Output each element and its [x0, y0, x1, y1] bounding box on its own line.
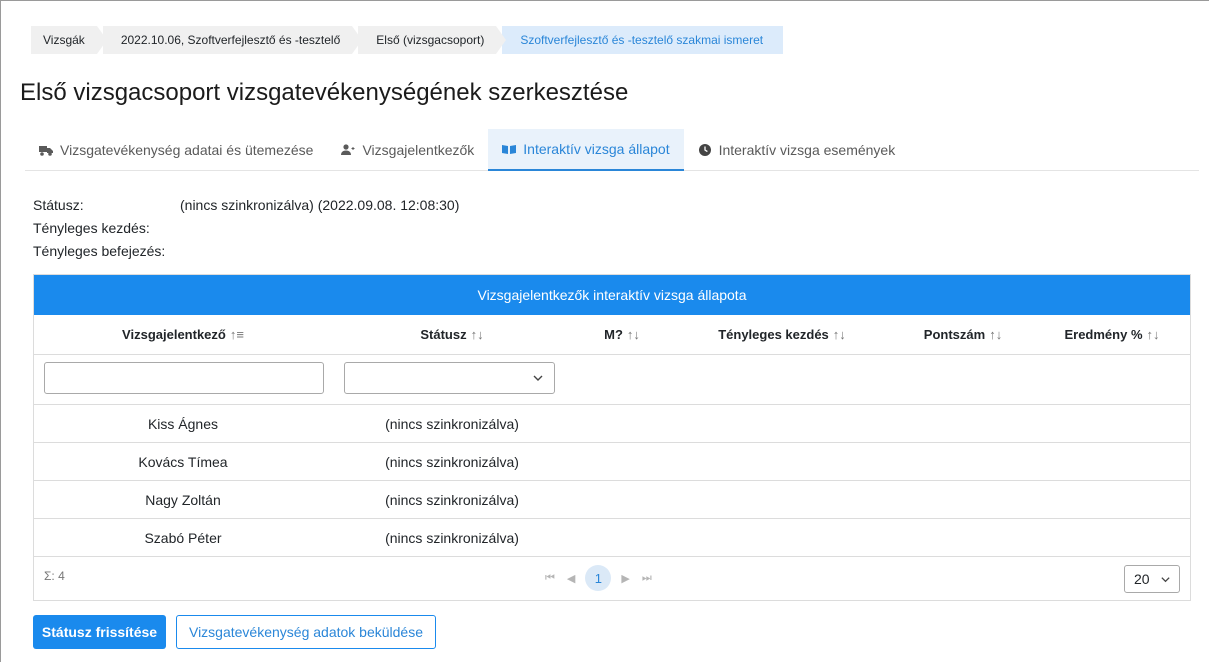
table-row[interactable]: Kovács Tímea (nincs szinkronizálva) [34, 443, 1190, 481]
column-header-applicant[interactable]: Vizsgajelentkező ↑≡ [34, 315, 332, 354]
truck-icon [39, 143, 53, 157]
cell-status: (nincs szinkronizálva) [385, 529, 519, 546]
tab-label: Interaktív vizsga állapot [523, 141, 670, 157]
first-page-icon[interactable]: ⏮ [545, 572, 555, 585]
chevron-down-icon [1161, 577, 1170, 583]
column-header-status[interactable]: Státusz ↑↓ [332, 315, 572, 354]
filter-row [34, 355, 1190, 405]
submit-activity-data-button[interactable]: Vizsgatevékenység adatok beküldése [176, 615, 436, 649]
sort-icon[interactable]: ↑↓ [1147, 327, 1160, 342]
cell-applicant: Nagy Zoltán [145, 491, 221, 508]
page-size-select[interactable]: 20 [1124, 565, 1180, 593]
sort-icon[interactable]: ↑↓ [471, 327, 484, 342]
table-row[interactable]: Nagy Zoltán (nincs szinkronizálva) [34, 481, 1190, 519]
book-open-icon [502, 142, 517, 156]
last-page-icon[interactable]: ⏭ [642, 572, 652, 585]
cell-applicant: Kiss Ágnes [147, 415, 219, 432]
table-caption: Vizsgajelentkezők interaktív vizsga álla… [34, 275, 1190, 315]
column-header-score[interactable]: Pontszám ↑↓ [892, 315, 1034, 354]
tab-activity-data[interactable]: Vizsgatevékenység adatai és ütemezése [25, 129, 327, 170]
chevron-down-icon [533, 375, 543, 381]
tab-applicants[interactable]: Vizsgajelentkezők [327, 129, 488, 170]
table-row[interactable]: Szabó Péter (nincs szinkronizálva) [34, 519, 1190, 557]
column-header-result-percent[interactable]: Eredmény % ↑↓ [1034, 315, 1190, 354]
sort-asc-icon[interactable]: ↑≡ [230, 327, 244, 342]
table-row[interactable]: Kiss Ágnes (nincs szinkronizálva) [34, 405, 1190, 443]
sort-icon[interactable]: ↑↓ [627, 327, 640, 342]
status-info: Státusz: (nincs szinkronizálva) (2022.09… [33, 197, 459, 266]
column-header-m[interactable]: M? ↑↓ [572, 315, 672, 354]
sort-icon[interactable]: ↑↓ [833, 327, 846, 342]
page-title: Első vizsgacsoport vizsgatevékenységének… [20, 79, 629, 106]
sort-icon[interactable]: ↑↓ [989, 327, 1002, 342]
actual-end-label: Tényleges befejezés: [33, 243, 166, 259]
tab-bar: Vizsgatevékenység adatai és ütemezése Vi… [25, 129, 1199, 171]
breadcrumb-item-current: Szoftverfejlesztő és -tesztelő szakmai i… [502, 26, 784, 54]
row-total: Σ: 4 [44, 569, 65, 583]
applicant-filter-input[interactable] [44, 362, 324, 394]
cell-status: (nincs szinkronizálva) [385, 453, 519, 470]
user-plus-icon [341, 143, 355, 157]
tab-label: Vizsgajelentkezők [362, 141, 475, 158]
tab-label: Interaktív vizsga események [718, 141, 896, 158]
refresh-status-button[interactable]: Státusz frissítése [33, 615, 166, 649]
next-page-icon[interactable]: ▶ [621, 572, 629, 585]
status-label: Státusz: [33, 197, 84, 213]
clock-icon [698, 143, 712, 157]
prev-page-icon[interactable]: ◀ [567, 572, 575, 585]
cell-status: (nincs szinkronizálva) [385, 415, 519, 432]
status-value: (nincs szinkronizálva) (2022.09.08. 12:0… [180, 197, 460, 213]
cell-applicant: Szabó Péter [144, 529, 222, 546]
table-header: Vizsgajelentkező ↑≡ Státusz ↑↓ M? ↑↓ Tényle… [34, 315, 1190, 355]
tab-interactive-exam-status[interactable]: Interaktív vizsga állapot [488, 129, 684, 171]
actual-start-label: Tényleges kezdés: [33, 220, 150, 236]
table-footer: Σ: 4 ⏮ ◀ 1 ▶ ⏭ 20 [34, 557, 1190, 600]
tab-label: Vizsgatevékenység adatai és ütemezése [60, 141, 314, 158]
page-number-current[interactable]: 1 [585, 565, 612, 591]
column-header-actual-start[interactable]: Tényleges kezdés ↑↓ [672, 315, 892, 354]
tab-interactive-exam-events[interactable]: Interaktív vizsga események [684, 129, 910, 170]
breadcrumb: Vizsgák 2022.10.06, Szoftverfejlesztő és… [31, 26, 789, 54]
status-filter-select[interactable] [344, 362, 555, 394]
cell-status: (nincs szinkronizálva) [385, 491, 519, 508]
breadcrumb-item-exams[interactable]: Vizsgák [31, 26, 107, 54]
cell-applicant: Kovács Tímea [138, 453, 228, 470]
pagination: ⏮ ◀ 1 ▶ ⏭ [539, 565, 658, 591]
breadcrumb-item-exam-group[interactable]: Első (vizsgacsoport) [358, 26, 507, 54]
breadcrumb-item-exam-date[interactable]: 2022.10.06, Szoftverfejlesztő és -teszte… [102, 26, 363, 54]
applicants-status-table: Vizsgajelentkezők interaktív vizsga álla… [33, 274, 1191, 601]
app-frame: Vizsgák 2022.10.06, Szoftverfejlesztő és… [0, 0, 1209, 662]
